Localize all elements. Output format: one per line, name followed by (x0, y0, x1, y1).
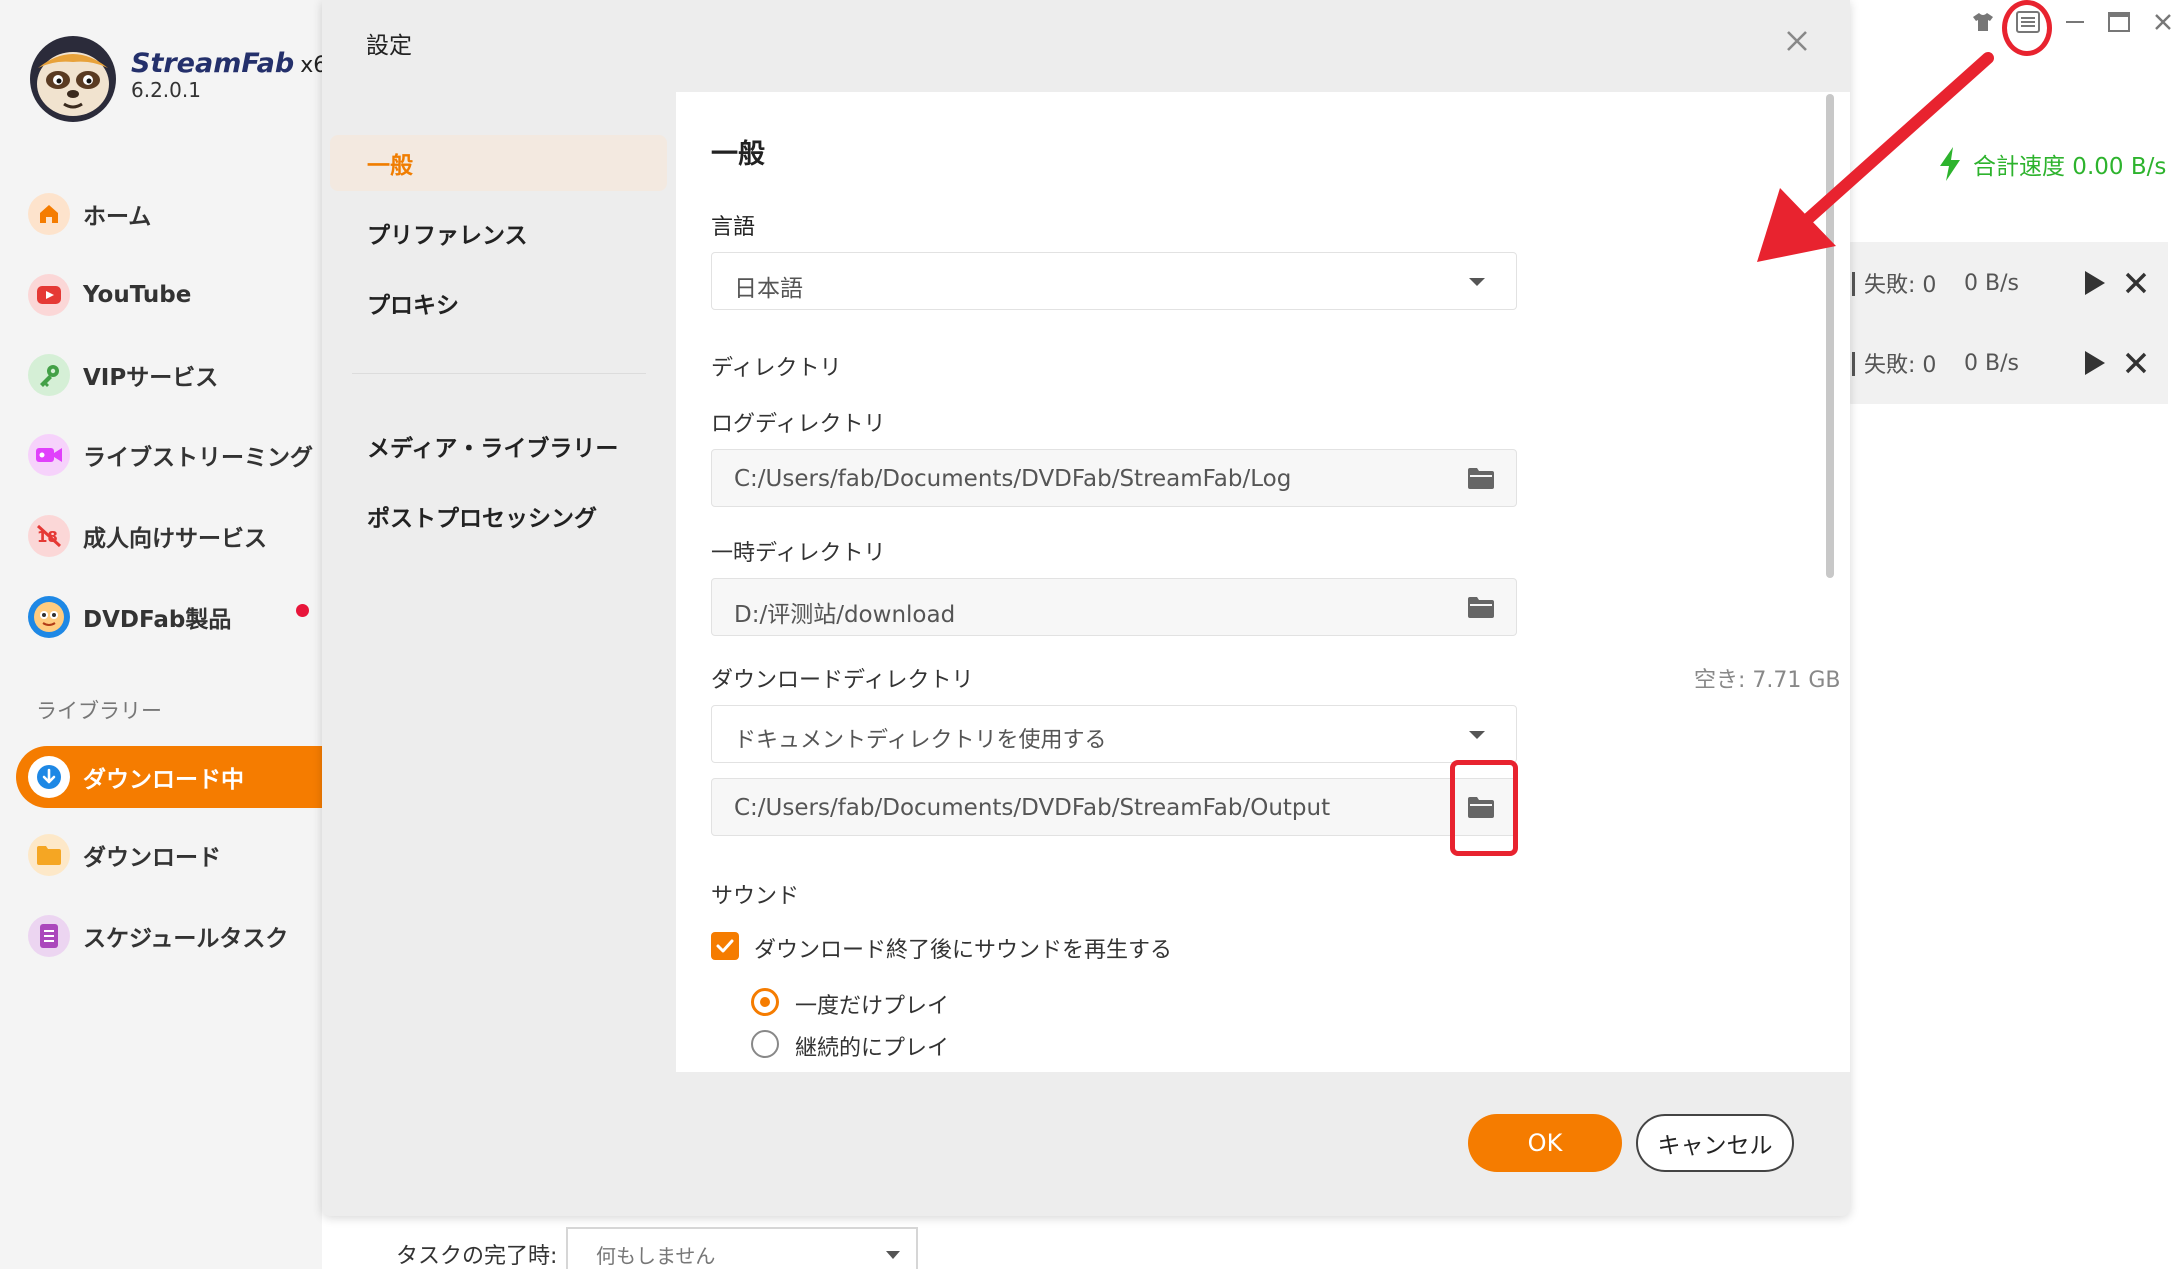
task-speed: 0 B/s (1964, 350, 2019, 376)
folder-icon (28, 834, 70, 876)
task-completion-label: タスクの完了時: (396, 1244, 558, 1269)
general-settings-panel: 一般 言語 日本語 ディレクトリ ログディレクトリ C:/Users/fab/D… (676, 92, 1850, 1072)
annotation-arrow-icon (1757, 52, 1994, 262)
directory-heading: ディレクトリ (711, 356, 842, 381)
language-value: 日本語 (734, 276, 803, 302)
tab-label: プロキシ (367, 293, 459, 319)
tab-label: プリファレンス (367, 223, 528, 249)
sidebar-item-label: ダウンロード中 (83, 767, 244, 793)
sidebar-item-adult-services[interactable]: 18 成人向けサービス (0, 505, 322, 567)
section-title: 一般 (711, 139, 765, 170)
language-label: 言語 (711, 215, 756, 240)
settings-category-list: 一般 プリファレンス プロキシ メディア・ライブラリー ポストプロセッシング (322, 92, 676, 1216)
chevron-down-icon (1469, 731, 1485, 739)
checkmark-icon (716, 939, 734, 953)
download-directory-mode-value: ドキュメントディレクトリを使用する (734, 728, 1107, 753)
tab-label: ポストプロセッシング (367, 506, 597, 532)
sound-heading: サウンド (711, 884, 800, 909)
brand-name: StreamFab x64 (131, 48, 342, 79)
app-version: 6.2.0.1 (131, 78, 201, 102)
sidebar-item-home[interactable]: ホーム (0, 183, 322, 245)
settings-dialog: 設定 一般 プリファレンス プロキシ メディア・ライブラリー ポストプロセッシン… (322, 0, 1850, 1216)
language-select[interactable]: 日本語 (711, 252, 1517, 310)
dialog-title: 設定 (366, 33, 412, 59)
remove-task-icon[interactable] (2124, 271, 2148, 295)
sound-checkbox-label: ダウンロード終了後にサウンドを再生する (754, 938, 1173, 963)
divider (1852, 352, 1855, 376)
task-list-icon (28, 915, 70, 957)
sidebar-item-label: YouTube (83, 282, 192, 308)
dvdfab-icon (28, 596, 70, 638)
sidebar-item-label: 成人向けサービス (83, 526, 267, 552)
sidebar-item-live-streaming[interactable]: ライブストリーミング (0, 424, 322, 486)
download-directory-mode-select[interactable]: ドキュメントディレクトリを使用する (711, 705, 1517, 763)
download-directory-label: ダウンロードディレクトリ (711, 668, 974, 693)
sidebar-item-label: DVDFab製品 (83, 607, 232, 633)
chevron-down-icon (886, 1251, 900, 1259)
maximize-icon[interactable] (2104, 4, 2134, 40)
divider (352, 373, 646, 374)
task-completion-value: 何もしません (596, 1244, 716, 1268)
tab-label: 一般 (367, 153, 413, 179)
free-space: 空き: 7.71 GB (1694, 668, 1841, 693)
sidebar-item-label: スケジュールタスク (83, 926, 289, 952)
tab-preferences[interactable]: プリファレンス (330, 205, 667, 261)
key-icon (28, 354, 70, 396)
download-directory-field[interactable]: C:/Users/fab/Documents/DVDFab/StreamFab/… (711, 778, 1517, 836)
log-directory-value: C:/Users/fab/Documents/DVDFab/StreamFab/… (734, 466, 1292, 492)
tab-post-processing[interactable]: ポストプロセッシング (330, 488, 667, 544)
sidebar-item-label: ホーム (83, 204, 152, 230)
sidebar-item-youtube[interactable]: YouTube (0, 264, 322, 326)
play-icon[interactable] (2084, 270, 2106, 296)
play-icon[interactable] (2084, 350, 2106, 376)
sidebar-item-dvdfab-products[interactable]: DVDFab製品 (0, 586, 322, 648)
tab-proxy[interactable]: プロキシ (330, 275, 667, 331)
streamfab-sloth-logo (28, 34, 118, 124)
ok-button[interactable]: OK (1468, 1114, 1622, 1172)
folder-browse-icon[interactable] (1466, 594, 1496, 620)
sidebar-item-downloaded[interactable]: ダウンロード (0, 824, 322, 886)
tab-general[interactable]: 一般 (330, 135, 667, 191)
svg-text:18: 18 (37, 528, 58, 546)
radio-play-once-label: 一度だけプレイ (795, 994, 950, 1019)
sidebar-item-label: ダウンロード (83, 845, 221, 871)
sidebar-item-label: ライブストリーミング (83, 445, 313, 471)
radio-play-once[interactable] (751, 988, 779, 1016)
sidebar-item-scheduled-tasks[interactable]: スケジュールタスク (0, 905, 322, 967)
minimize-icon[interactable] (2060, 4, 2090, 40)
home-icon (28, 193, 70, 235)
library-heading: ライブラリー (36, 699, 162, 723)
task-completion-select[interactable]: 何もしません (566, 1227, 918, 1269)
skin-shirt-icon[interactable] (1968, 4, 1998, 40)
highlight-box-folder-button (1450, 760, 1518, 856)
sound-checkbox[interactable] (711, 932, 739, 960)
folder-browse-icon[interactable] (1466, 465, 1496, 491)
sidebar-item-label: VIPサービス (83, 365, 219, 391)
youtube-icon (28, 274, 70, 316)
download-directory-value: C:/Users/fab/Documents/DVDFab/StreamFab/… (734, 795, 1331, 821)
tab-label: メディア・ライブラリー (367, 436, 619, 462)
temp-directory-value: D:/评测站/download (734, 602, 956, 628)
radio-play-continuously-label: 継続的にプレイ (795, 1036, 950, 1061)
log-directory-field[interactable]: C:/Users/fab/Documents/DVDFab/StreamFab/… (711, 449, 1517, 507)
log-directory-label: ログディレクトリ (711, 412, 886, 437)
task-row: 失敗: 0 0 B/s (1838, 322, 2168, 404)
temp-directory-label: 一時ディレクトリ (711, 541, 886, 566)
video-camera-icon (28, 434, 70, 476)
temp-directory-field[interactable]: D:/评测站/download (711, 578, 1517, 636)
app-sidebar: StreamFab x64 6.2.0.1 ホーム YouTube VIPサービス… (0, 0, 341, 1269)
cancel-button[interactable]: キャンセル (1636, 1114, 1794, 1172)
sidebar-item-vip[interactable]: VIPサービス (0, 344, 322, 406)
adult-restricted-icon: 18 (28, 515, 70, 557)
chevron-down-icon (1469, 278, 1485, 286)
sidebar-item-downloading[interactable]: ダウンロード中 (16, 746, 322, 808)
radio-play-continuously[interactable] (751, 1030, 779, 1058)
window-close-icon[interactable] (2148, 4, 2178, 40)
notification-dot (296, 604, 309, 617)
download-arrow-icon (28, 756, 70, 798)
remove-task-icon[interactable] (2124, 351, 2148, 375)
tab-media-library[interactable]: メディア・ライブラリー (330, 418, 667, 474)
task-failed-count: 失敗: 0 (1864, 353, 1937, 378)
